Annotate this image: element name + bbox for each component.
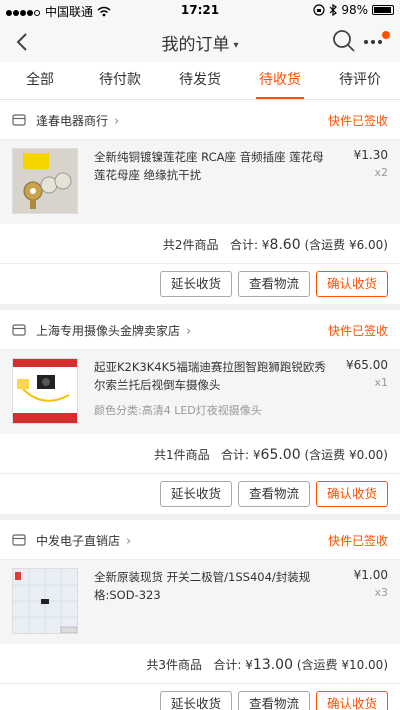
status-right: 98% xyxy=(313,3,394,17)
extend-receipt-button[interactable]: 延长收货 xyxy=(160,271,232,297)
order-summary: 共1件商品 合计: ¥65.00 (含运费 ¥0.00) xyxy=(0,434,400,474)
total-amount: 13.00 xyxy=(252,657,293,673)
store-name-text: 中发电子直销店 xyxy=(36,534,121,548)
store-row[interactable]: 上海专用摄像头金牌卖家店 › 快件已签收 xyxy=(0,310,400,350)
total-amount: 65.00 xyxy=(260,447,301,463)
order-summary-text: 共3件商品 合计: ¥13.00 (含运费 ¥10.00) xyxy=(146,656,388,673)
order-summary: 共2件商品 合计: ¥8.60 (含运费 ¥6.00) xyxy=(0,224,400,264)
order-actions: 延长收货 查看物流 确认收货 xyxy=(0,264,400,304)
order-item[interactable]: 起亚K2K3K4K5福瑞迪赛拉图智跑狮跑锐欧秀尔索兰托后视倒车摄像头 颜色分类:… xyxy=(0,350,400,434)
order-card: 上海专用摄像头金牌卖家店 › 快件已签收 起亚K2K3K4K5福瑞迪赛拉图智跑狮跑… xyxy=(0,310,400,514)
item-title: 起亚K2K3K4K5福瑞迪赛拉图智跑狮跑锐欧秀尔索兰托后视倒车摄像头 xyxy=(94,360,326,392)
total-amount: 8.60 xyxy=(269,237,301,253)
item-quantity: x1 xyxy=(374,376,388,389)
order-summary-text: 共1件商品 合计: ¥65.00 (含运费 ¥0.00) xyxy=(154,446,388,463)
item-price: ¥65.00 xyxy=(346,358,388,372)
order-card: 中发电子直销店 › 快件已签收 全新原装现货 开关二极管/1SS404/封装规格:… xyxy=(0,520,400,710)
order-summary: 共3件商品 合计: ¥13.00 (含运费 ¥10.00) xyxy=(0,644,400,684)
diode-image xyxy=(13,569,77,633)
orientation-lock-icon xyxy=(313,4,325,16)
shipping-fee: (含运费 ¥10.00) xyxy=(296,658,388,672)
notification-dot xyxy=(382,31,390,39)
tab-pending-shipment[interactable]: 待发货 xyxy=(160,62,240,99)
camera-image xyxy=(13,359,77,423)
product-image xyxy=(12,358,78,424)
order-item[interactable]: 全新纯铜镀镍莲花座 RCA座 音频插座 莲花母 莲花母座 绝缘抗干扰 ¥1.30… xyxy=(0,140,400,224)
confirm-receipt-button[interactable]: 确认收货 xyxy=(316,691,388,710)
nav-bar: 我的订单 ▾ xyxy=(0,22,400,62)
store-icon xyxy=(12,534,26,546)
extend-receipt-button[interactable]: 延长收货 xyxy=(160,481,232,507)
view-logistics-button[interactable]: 查看物流 xyxy=(238,271,310,297)
battery-icon xyxy=(372,5,394,15)
item-price: ¥1.30 xyxy=(353,148,388,162)
item-price: ¥1.00 xyxy=(353,568,388,582)
product-image xyxy=(12,568,78,634)
chevron-right-icon: › xyxy=(186,324,192,339)
store-name: 中发电子直销店 › xyxy=(36,532,131,549)
rca-jacks-image xyxy=(13,149,77,213)
store-name-text: 逢春电器商行 xyxy=(36,114,109,128)
confirm-receipt-button[interactable]: 确认收货 xyxy=(316,271,388,297)
bluetooth-icon xyxy=(329,4,338,16)
total-label: 合计: ¥ xyxy=(221,448,261,462)
more-button[interactable] xyxy=(362,28,392,56)
store-name: 逢春电器商行 › xyxy=(36,112,119,129)
total-label: 合计: ¥ xyxy=(229,238,270,252)
order-status: 快件已签收 xyxy=(327,114,388,128)
order-actions: 延长收货 查看物流 确认收货 xyxy=(0,474,400,514)
store-row[interactable]: 中发电子直销店 › 快件已签收 xyxy=(0,520,400,560)
order-actions: 延长收货 查看物流 确认收货 xyxy=(0,684,400,710)
status-bar: 中国联通 17:21 98% xyxy=(0,0,400,22)
item-quantity: x2 xyxy=(374,166,388,179)
order-status: 快件已签收 xyxy=(327,324,388,338)
item-count: 共1件商品 xyxy=(153,448,210,462)
search-icon xyxy=(333,30,355,52)
store-row[interactable]: 逢春电器商行 › 快件已签收 xyxy=(0,100,400,140)
item-title: 全新原装现货 开关二极管/1SS404/封装规格:SOD-323 xyxy=(94,570,311,602)
item-title: 全新纯铜镀镍莲花座 RCA座 音频插座 莲花母 莲花母座 绝缘抗干扰 xyxy=(94,150,324,182)
extend-receipt-button[interactable]: 延长收货 xyxy=(160,691,232,710)
chevron-down-icon: ▾ xyxy=(233,39,239,51)
item-count: 共2件商品 xyxy=(162,238,219,252)
item-count: 共3件商品 xyxy=(146,658,202,672)
store-name-text: 上海专用摄像头金牌卖家店 xyxy=(36,324,181,338)
page-title-text: 我的订单 xyxy=(161,35,230,55)
view-logistics-button[interactable]: 查看物流 xyxy=(238,481,310,507)
product-image xyxy=(12,148,78,214)
tab-all[interactable]: 全部 xyxy=(0,62,80,99)
order-card: 逢春电器商行 › 快件已签收 全新纯铜镀镍莲花座 RCA座 音频插座 莲花母 莲花… xyxy=(0,100,400,304)
battery-percent: 98% xyxy=(341,3,368,17)
order-status: 快件已签收 xyxy=(327,534,388,548)
shipping-fee: (含运费 ¥0.00) xyxy=(304,448,388,462)
chevron-right-icon: › xyxy=(114,114,120,129)
store-name: 上海专用摄像头金牌卖家店 › xyxy=(36,322,191,339)
order-tabs: 全部 待付款 待发货 待收货 待评价 xyxy=(0,62,400,100)
store-icon xyxy=(12,114,26,126)
more-icon xyxy=(364,40,382,44)
search-button[interactable] xyxy=(332,29,356,57)
store-icon xyxy=(12,324,26,336)
item-quantity: x3 xyxy=(374,586,388,599)
order-summary-text: 共2件商品 合计: ¥8.60 (含运费 ¥6.00) xyxy=(163,236,388,253)
view-logistics-button[interactable]: 查看物流 xyxy=(238,691,310,710)
shipping-fee: (含运费 ¥6.00) xyxy=(304,238,388,252)
tab-pending-review[interactable]: 待评价 xyxy=(320,62,400,99)
chevron-right-icon: › xyxy=(126,534,132,549)
order-item[interactable]: 全新原装现货 开关二极管/1SS404/封装规格:SOD-323 ¥1.00 x… xyxy=(0,560,400,644)
total-label: 合计: ¥ xyxy=(213,658,253,672)
confirm-receipt-button[interactable]: 确认收货 xyxy=(316,481,388,507)
tab-pending-payment[interactable]: 待付款 xyxy=(80,62,160,99)
tab-pending-receipt[interactable]: 待收货 xyxy=(240,62,320,99)
item-sku: 颜色分类:高清4 LED灯夜视摄像头 xyxy=(94,404,262,417)
